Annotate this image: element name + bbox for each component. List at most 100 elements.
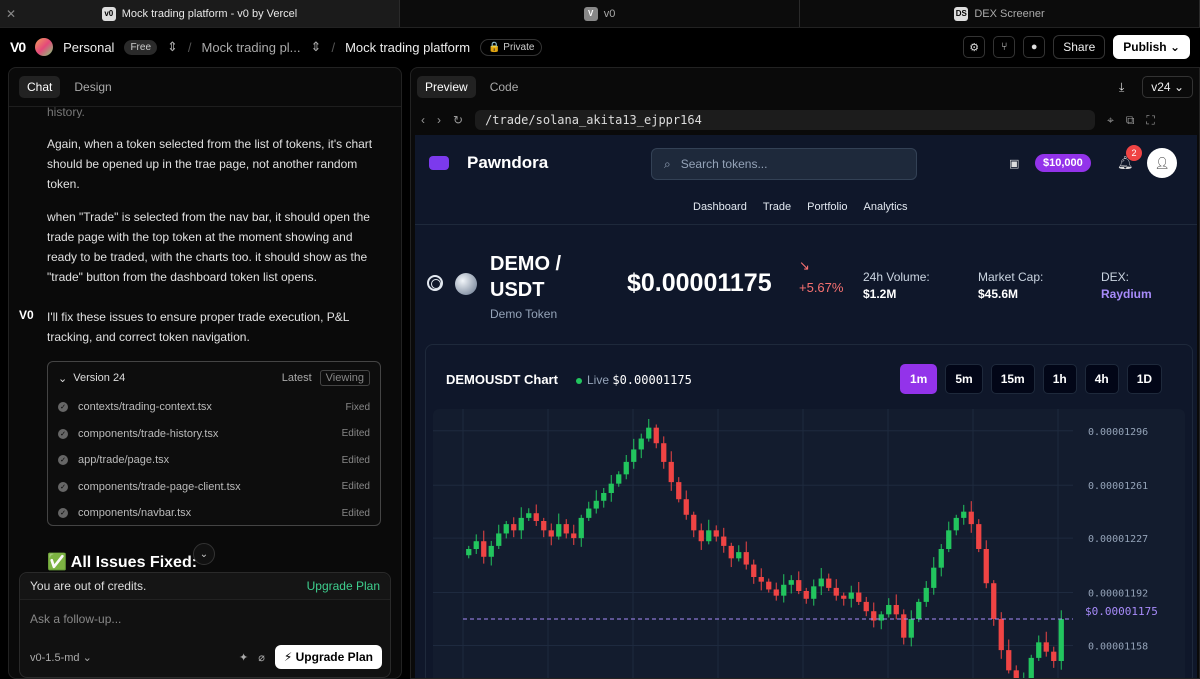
candle-down	[548, 530, 554, 537]
settings-gear-icon[interactable]: ⚙	[963, 36, 986, 58]
brand-name[interactable]: Pawndora	[467, 153, 548, 173]
file-path: components/trade-page-client.tsx	[78, 480, 241, 493]
live-label: Live	[587, 373, 610, 387]
nav-trade[interactable]: Trade	[763, 201, 791, 213]
candle-down	[721, 536, 727, 546]
version-selector[interactable]: v24 ⌄	[1142, 76, 1193, 98]
github-icon[interactable]: ●	[1023, 36, 1046, 58]
faded-message-text: history.	[47, 105, 85, 118]
candle-up	[556, 524, 562, 537]
close-tab-icon[interactable]: ✕	[6, 7, 16, 21]
workspace-avatar	[35, 38, 54, 56]
token-search-input[interactable]: ⌕ Search tokens...	[651, 148, 917, 180]
tab-code[interactable]: Code	[482, 76, 527, 98]
tab-chat[interactable]: Chat	[19, 76, 61, 98]
price-change: ↘ +5.67%	[799, 255, 843, 299]
user-avatar-icon[interactable]: 👤︎	[1147, 148, 1177, 178]
browser-tab-v0-project[interactable]: ✕ v0 Mock trading platform - v0 by Verce…	[0, 0, 400, 27]
model-selector[interactable]: v0-1.5-md ⌄	[30, 651, 92, 664]
preview-url-bar[interactable]: /trade/solana_akita13_ejppr164	[475, 110, 1096, 130]
candlestick-chart[interactable]: 0.00001296 0.00001261 0.00001227 0.00001192…	[433, 409, 1185, 678]
timeframe-1m[interactable]: 1m	[900, 364, 938, 394]
nav-portfolio[interactable]: Portfolio	[807, 201, 847, 213]
file-row[interactable]: ✓ components/navbar.tsx Edited	[48, 500, 380, 527]
nav-dashboard[interactable]: Dashboard	[693, 201, 747, 213]
candle-down	[698, 530, 704, 542]
file-row[interactable]: ✓ contexts/trading-context.tsx Fixed	[48, 394, 380, 421]
candle-up	[473, 541, 479, 549]
browser-tab-dexscreener[interactable]: DS DEX Screener	[800, 0, 1200, 27]
select-element-icon[interactable]: ⌖	[1107, 113, 1114, 128]
tab-preview[interactable]: Preview	[417, 76, 476, 98]
live-indicator: Live $0.00001175	[576, 373, 692, 387]
file-path: components/navbar.tsx	[78, 507, 192, 520]
candle-down	[766, 581, 772, 590]
candle-down	[976, 524, 982, 549]
candle-down	[1006, 650, 1012, 671]
candle-up	[608, 483, 614, 493]
timeframe-5m[interactable]: 5m	[945, 364, 983, 394]
share-button[interactable]: Share	[1053, 35, 1106, 59]
timeframe-1h[interactable]: 1h	[1042, 364, 1077, 394]
chevron-updown-icon[interactable]: ⇕	[311, 39, 322, 55]
project-title[interactable]: Mock trading platform	[345, 40, 470, 55]
upgrade-plan-button[interactable]: ⚡ Upgrade Plan	[274, 645, 382, 669]
timeframe-15m[interactable]: 15m	[990, 364, 1035, 394]
timeframe-4h[interactable]: 4h	[1084, 364, 1119, 394]
candle-up	[878, 614, 884, 621]
fullscreen-icon[interactable]: ⛶	[1146, 113, 1154, 128]
wallet-icon[interactable]: ▣	[1009, 157, 1019, 170]
chat-composer: You are out of credits. Upgrade Plan Ask…	[19, 572, 391, 678]
git-branch-icon[interactable]: ⑂	[993, 36, 1016, 58]
pawndora-logo-icon[interactable]	[429, 156, 449, 170]
version-card[interactable]: ⌄ Version 24 Latest Viewing ✓ contexts/tr…	[47, 361, 381, 526]
candle-down	[983, 549, 989, 584]
candle-down	[683, 499, 689, 515]
file-row[interactable]: ✓ app/trade/page.tsx Edited	[48, 447, 380, 474]
refresh-icon[interactable]: ↻	[453, 113, 463, 127]
balance-badge[interactable]: $10,000	[1035, 154, 1091, 172]
candle-down	[841, 595, 847, 599]
breadcrumb-project-chats[interactable]: Mock trading pl...	[202, 40, 301, 55]
new-window-icon[interactable]: ⧉	[1126, 113, 1135, 128]
workspace-name[interactable]: Personal	[63, 40, 114, 55]
candle-up	[638, 438, 644, 450]
tab-title: v0	[603, 7, 616, 20]
follow-up-input[interactable]: Ask a follow-up...	[20, 600, 390, 638]
forward-arrow-icon[interactable]: ›	[437, 113, 441, 127]
attach-paperclip-icon[interactable]: ⌀	[258, 651, 265, 664]
candle-up	[1058, 619, 1064, 661]
chevron-down-icon[interactable]: ⌄	[58, 372, 67, 385]
timeframe-selector: 1m 5m 15m 1h 4h 1D	[900, 364, 1163, 394]
sparkle-icon[interactable]: ✦	[239, 651, 248, 664]
stat-value[interactable]: Raydium	[1101, 286, 1152, 303]
scroll-down-chevron-icon[interactable]: ⌄	[193, 543, 215, 565]
upgrade-plan-link[interactable]: Upgrade Plan	[307, 579, 380, 593]
file-row[interactable]: ✓ components/trade-history.tsx Edited	[48, 421, 380, 448]
user-message-2: when "Trade" is selected from the nav ba…	[47, 210, 370, 284]
chart-title: DEMOUSDT Chart	[446, 372, 558, 387]
timeframe-1D[interactable]: 1D	[1126, 364, 1163, 394]
candle-down	[1051, 651, 1057, 661]
v0-logo[interactable]: V0	[10, 39, 26, 55]
check-circle-icon: ✓	[58, 508, 68, 519]
nav-analytics[interactable]: Analytics	[864, 201, 908, 213]
version-label: v24	[1151, 80, 1171, 94]
plan-badge: Free	[124, 39, 157, 55]
assistant-reply: I'll fix these issues to ensure proper t…	[47, 310, 350, 344]
v-favicon-icon: V	[583, 6, 598, 21]
chevron-updown-icon[interactable]: ⇕	[167, 39, 178, 55]
browser-tab-v0[interactable]: V v0	[400, 0, 800, 27]
candle-up	[578, 517, 584, 539]
target-circle-icon[interactable]	[427, 275, 443, 291]
back-arrow-icon[interactable]: ‹	[421, 113, 425, 127]
candle-up	[631, 449, 637, 462]
candle-down	[856, 592, 862, 602]
candle-up	[646, 427, 652, 439]
tab-design[interactable]: Design	[66, 76, 119, 98]
file-row[interactable]: ✓ components/trade-page-client.tsx Edited	[48, 474, 380, 501]
candle-down	[833, 587, 839, 596]
publish-button[interactable]: Publish ⌄	[1113, 35, 1190, 59]
download-icon[interactable]: ⤓	[1119, 80, 1124, 95]
candle-up	[736, 552, 742, 559]
